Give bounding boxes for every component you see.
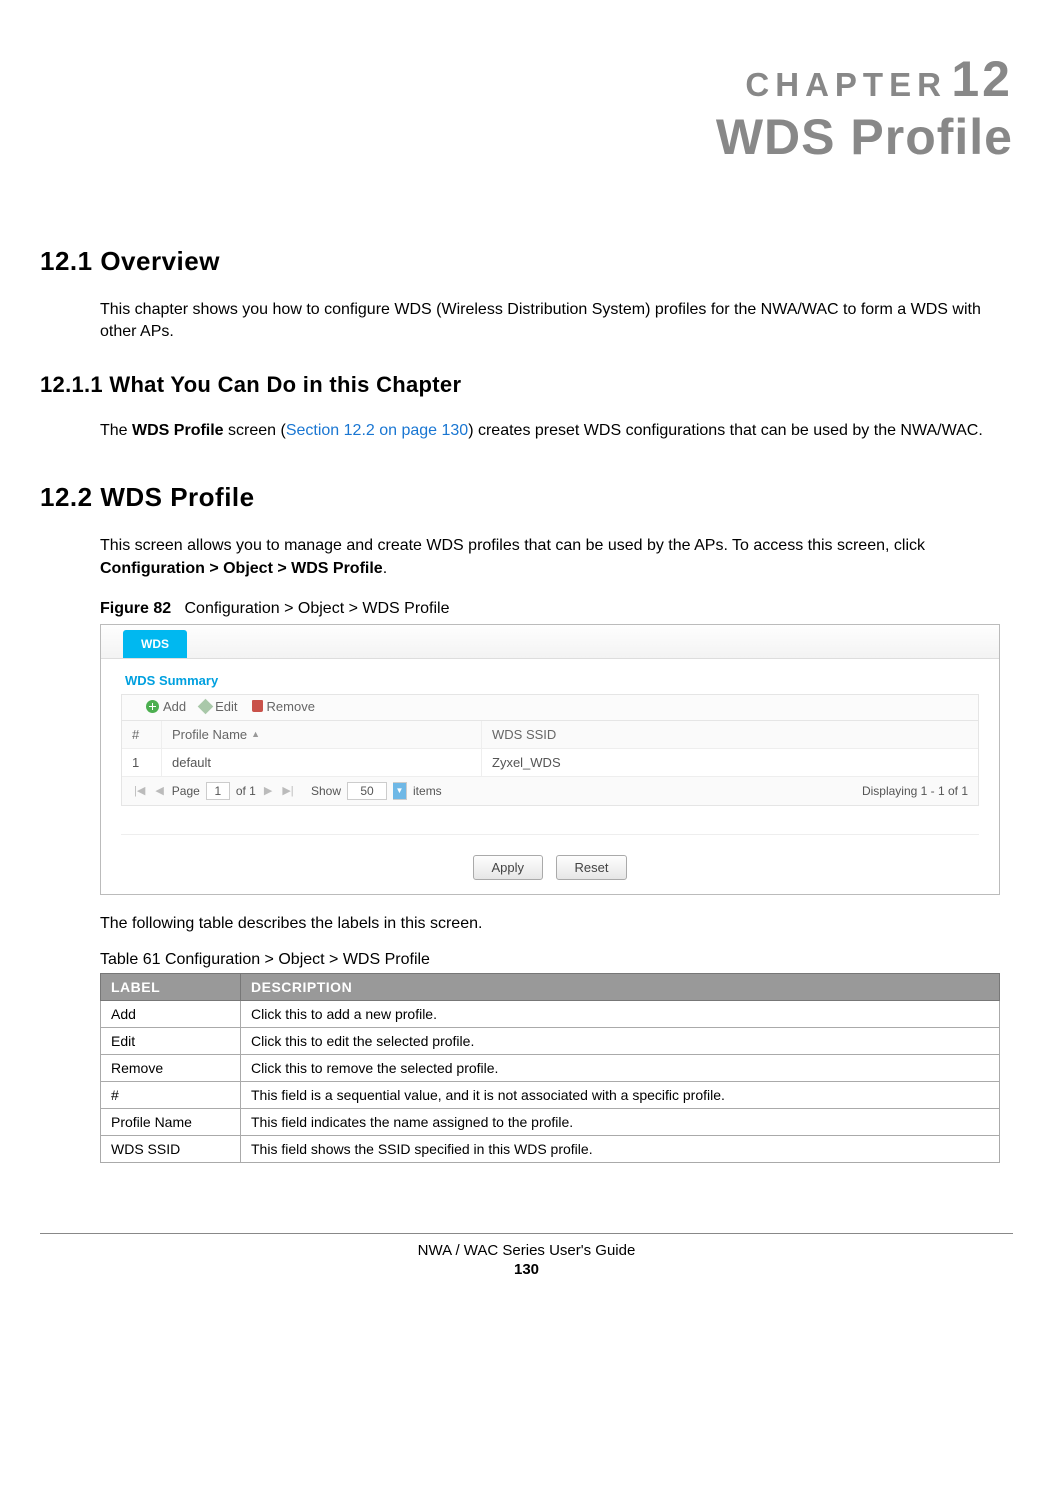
section-12-2-heading: 12.2 WDS Profile (40, 482, 1013, 513)
cell-label: Profile Name (101, 1108, 241, 1135)
reset-button[interactable]: Reset (556, 855, 628, 880)
cell-desc: This field shows the SSID specified in t… (241, 1135, 1000, 1162)
tab-bar: WDS (101, 625, 999, 659)
page-label: Page (172, 784, 200, 798)
text-fragment: . (383, 560, 387, 577)
col-header-label: Profile Name (172, 727, 247, 742)
cell-wds-ssid: Zyxel_WDS (482, 749, 978, 776)
table-row: # This field is a sequential value, and … (101, 1081, 1000, 1108)
show-label: Show (311, 784, 341, 798)
page-input[interactable]: 1 (206, 782, 230, 800)
figure-label: Figure 82 (100, 600, 171, 617)
sort-ascending-icon: ▲ (251, 729, 260, 739)
th-label: LABEL (101, 973, 241, 1000)
chapter-label: CHAPTER (745, 66, 947, 103)
add-icon (146, 700, 159, 713)
cell-desc: Click this to remove the selected profil… (241, 1054, 1000, 1081)
figure-caption-text: Configuration > Object > WDS Profile (184, 600, 449, 617)
chapter-title: WDS Profile (40, 108, 1013, 166)
text-fragment: The (100, 422, 132, 439)
table-row: Remove Click this to remove the selected… (101, 1054, 1000, 1081)
section-12-1-body: This chapter shows you how to configure … (100, 299, 1013, 344)
table-row: Profile Name This field indicates the na… (101, 1108, 1000, 1135)
text-bold-path: Configuration > Object > WDS Profile (100, 560, 383, 577)
section-12-1-1-heading: 12.1.1 What You Can Do in this Chapter (40, 372, 1013, 398)
pager: |◀ ◀ Page 1 of 1 ▶ ▶| Show 50 ▼ items Dis… (122, 777, 978, 805)
grid-header-row: # Profile Name ▲ WDS SSID (122, 721, 978, 749)
cell-desc: This field indicates the name assigned t… (241, 1108, 1000, 1135)
cell-profile-name: default (162, 749, 482, 776)
section-12-1-1-body: The WDS Profile screen (Section 12.2 on … (100, 420, 1013, 442)
edit-icon (198, 699, 214, 715)
cell-label: Remove (101, 1054, 241, 1081)
cell-label: # (101, 1081, 241, 1108)
text-fragment: This screen allows you to manage and cre… (100, 537, 925, 554)
remove-button[interactable]: Remove (252, 699, 315, 714)
footer-guide-title: NWA / WAC Series User's Guide (40, 1242, 1013, 1259)
col-header-profile-name[interactable]: Profile Name ▲ (162, 721, 482, 748)
edit-button[interactable]: Edit (200, 699, 237, 714)
pager-left: |◀ ◀ Page 1 of 1 ▶ ▶| Show 50 ▼ items (132, 782, 442, 800)
chapter-number: 12 (951, 51, 1013, 107)
cell-desc: Click this to add a new profile. (241, 1000, 1000, 1027)
next-page-icon[interactable]: ▶ (262, 784, 274, 797)
th-description: DESCRIPTION (241, 973, 1000, 1000)
table-row: Edit Click this to edit the selected pro… (101, 1027, 1000, 1054)
text-fragment: screen ( (224, 422, 286, 439)
col-header-wds-ssid[interactable]: WDS SSID (482, 721, 978, 748)
cell-label: Edit (101, 1027, 241, 1054)
table-intro-text: The following table describes the labels… (100, 915, 1013, 933)
cell-label: Add (101, 1000, 241, 1027)
page-size-select[interactable]: 50 (347, 782, 387, 800)
data-grid: # Profile Name ▲ WDS SSID 1 default Zyxe… (121, 721, 979, 806)
grid-toolbar: Add Edit Remove (121, 694, 979, 721)
description-table: LABEL DESCRIPTION Add Click this to add … (100, 973, 1000, 1163)
edit-label: Edit (215, 699, 237, 714)
table-row[interactable]: 1 default Zyxel_WDS (122, 749, 978, 777)
cross-reference-link[interactable]: Section 12.2 on page 130 (286, 422, 468, 439)
prev-page-icon[interactable]: ◀ (153, 784, 165, 797)
text-bold: WDS Profile (132, 422, 224, 439)
page-footer: NWA / WAC Series User's Guide 130 (40, 1233, 1013, 1278)
form-button-row: Apply Reset (121, 834, 979, 894)
panel-title: WDS Summary (101, 659, 999, 694)
footer-page-number: 130 (40, 1261, 1013, 1278)
cell-num: 1 (122, 749, 162, 776)
add-button[interactable]: Add (146, 699, 186, 714)
col-header-num[interactable]: # (122, 721, 162, 748)
table-caption: Table 61 Configuration > Object > WDS Pr… (100, 951, 1013, 969)
section-12-1-heading: 12.1 Overview (40, 246, 1013, 277)
cell-desc: This field is a sequential value, and it… (241, 1081, 1000, 1108)
apply-button[interactable]: Apply (473, 855, 544, 880)
table-row: Add Click this to add a new profile. (101, 1000, 1000, 1027)
remove-icon (252, 700, 263, 712)
table-header-row: LABEL DESCRIPTION (101, 973, 1000, 1000)
page-of: of 1 (236, 784, 256, 798)
section-12-2-body: This screen allows you to manage and cre… (100, 535, 1013, 580)
remove-label: Remove (267, 699, 315, 714)
tab-wds[interactable]: WDS (123, 630, 187, 658)
add-label: Add (163, 699, 186, 714)
chapter-header: CHAPTER 12 WDS Profile (40, 50, 1013, 166)
table-row: WDS SSID This field shows the SSID speci… (101, 1135, 1000, 1162)
screenshot-panel: WDS WDS Summary Add Edit Remove # Profil… (100, 624, 1000, 895)
displaying-label: Displaying 1 - 1 of 1 (862, 784, 968, 798)
last-page-icon[interactable]: ▶| (280, 784, 295, 797)
text-fragment: ) creates preset WDS configurations that… (468, 422, 983, 439)
figure-caption: Figure 82 Configuration > Object > WDS P… (100, 600, 1013, 618)
chevron-down-icon[interactable]: ▼ (393, 782, 407, 800)
cell-desc: Click this to edit the selected profile. (241, 1027, 1000, 1054)
first-page-icon[interactable]: |◀ (132, 784, 147, 797)
items-label: items (413, 784, 442, 798)
cell-label: WDS SSID (101, 1135, 241, 1162)
